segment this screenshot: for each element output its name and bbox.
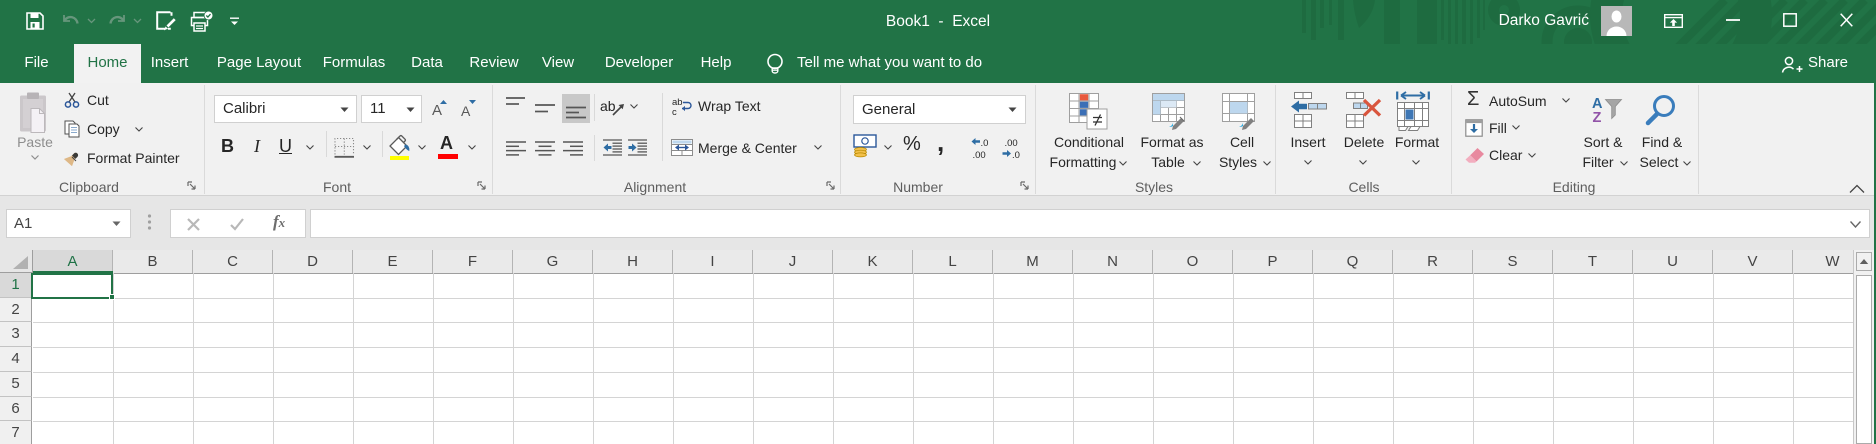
svg-text:.00: .00 xyxy=(1005,138,1018,149)
svg-text:.0: .0 xyxy=(981,138,989,149)
svg-text:ab: ab xyxy=(600,98,616,114)
svg-text:.0: .0 xyxy=(1012,150,1020,161)
svg-text:.00: .00 xyxy=(973,150,986,161)
svg-text:c: c xyxy=(672,107,677,116)
svg-text:Z: Z xyxy=(1593,110,1602,125)
